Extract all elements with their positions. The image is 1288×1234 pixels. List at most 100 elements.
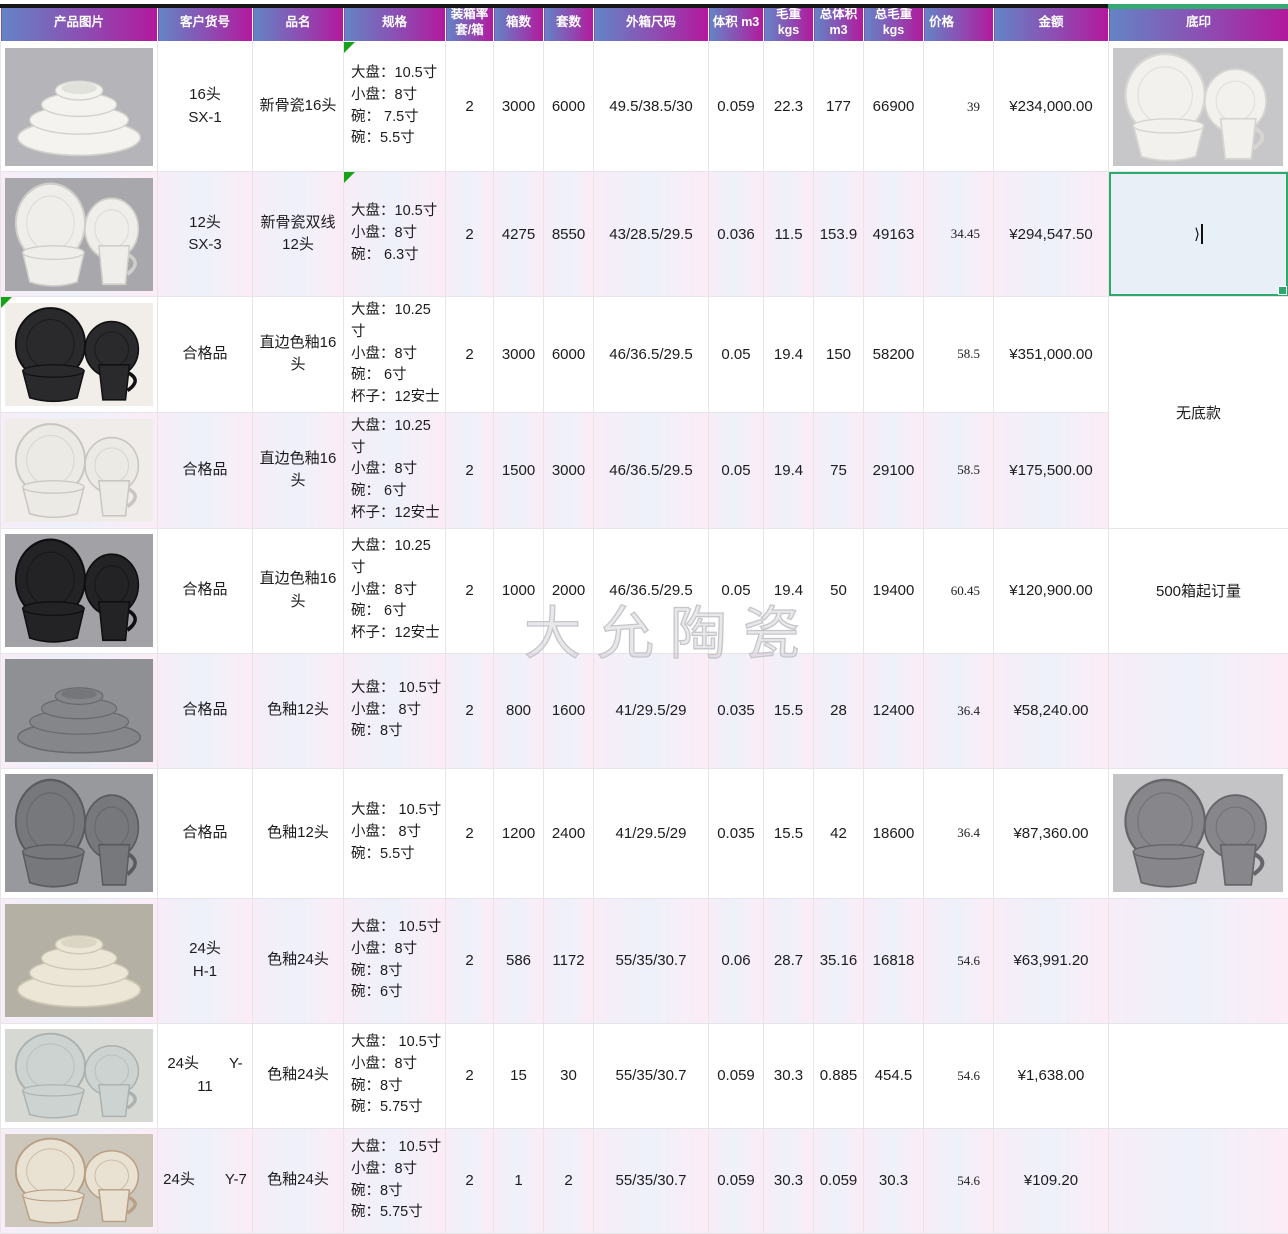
cell-boxes[interactable]: 1000: [494, 528, 544, 653]
column-header-item_no[interactable]: 客户货号: [158, 5, 253, 42]
cell-total-gross-weight[interactable]: 58200: [864, 297, 924, 413]
cell-pack-rate[interactable]: 2: [446, 898, 494, 1023]
product-photo[interactable]: [5, 178, 153, 291]
cell-price[interactable]: 34.45: [924, 172, 994, 297]
product-photo[interactable]: [5, 904, 153, 1017]
cell-amount[interactable]: ¥58,240.00: [994, 653, 1109, 768]
cell-boxes[interactable]: 1200: [494, 768, 544, 898]
cell-total-volume[interactable]: 153.9: [814, 172, 864, 297]
cell-photo[interactable]: [1, 898, 158, 1023]
column-header-total_gross_weight[interactable]: 总毛重 kgs: [864, 5, 924, 42]
cell-amount[interactable]: ¥63,991.20: [994, 898, 1109, 1023]
cell-photo[interactable]: [1, 528, 158, 653]
cell-total-gross-weight[interactable]: 66900: [864, 42, 924, 172]
cell-pack-rate[interactable]: 2: [446, 412, 494, 528]
cell-item-no[interactable]: 合格品: [158, 768, 253, 898]
cell-item-no[interactable]: 12头 SX-3: [158, 172, 253, 297]
cell-boxes[interactable]: 3000: [494, 42, 544, 172]
cell-boxes[interactable]: 4275: [494, 172, 544, 297]
cell-stamp[interactable]: 无底款: [1109, 297, 1288, 529]
cell-sets[interactable]: 6000: [544, 42, 594, 172]
column-header-specs[interactable]: 规格: [344, 5, 446, 42]
cell-pack-rate[interactable]: 2: [446, 1128, 494, 1233]
cell-gross-weight[interactable]: 30.3: [764, 1128, 814, 1233]
cell-total-gross-weight[interactable]: 454.5: [864, 1023, 924, 1128]
cell-gross-weight[interactable]: 28.7: [764, 898, 814, 1023]
cell-volume[interactable]: 0.035: [709, 768, 764, 898]
cell-gross-weight[interactable]: 15.5: [764, 768, 814, 898]
column-header-stamp[interactable]: 底印: [1109, 5, 1288, 42]
cell-photo[interactable]: [1, 42, 158, 172]
cell-total-volume[interactable]: 150: [814, 297, 864, 413]
cell-photo[interactable]: [1, 768, 158, 898]
cell-volume[interactable]: 0.036: [709, 172, 764, 297]
product-photo[interactable]: [5, 659, 153, 762]
cell-total-gross-weight[interactable]: 49163: [864, 172, 924, 297]
cell-pack-rate[interactable]: 2: [446, 297, 494, 413]
cell-total-gross-weight[interactable]: 12400: [864, 653, 924, 768]
cell-pack-rate[interactable]: 2: [446, 653, 494, 768]
cell-pack-rate[interactable]: 2: [446, 42, 494, 172]
column-header-box_size[interactable]: 外箱尺码: [594, 5, 709, 42]
cell-box-size[interactable]: 49.5/38.5/30: [594, 42, 709, 172]
cell-boxes[interactable]: 3000: [494, 297, 544, 413]
column-header-price[interactable]: 价格: [924, 5, 994, 42]
cell-gross-weight[interactable]: 15.5: [764, 653, 814, 768]
product-photo[interactable]: [5, 1029, 153, 1122]
cell-photo[interactable]: [1, 1128, 158, 1233]
cell-amount[interactable]: ¥351,000.00: [994, 297, 1109, 413]
cell-total-volume[interactable]: 0.059: [814, 1128, 864, 1233]
cell-gross-weight[interactable]: 22.3: [764, 42, 814, 172]
cell-stamp[interactable]: [1109, 42, 1288, 172]
product-photo[interactable]: [5, 48, 153, 166]
cell-amount[interactable]: ¥120,900.00: [994, 528, 1109, 653]
column-header-sets[interactable]: 套数: [544, 5, 594, 42]
product-photo[interactable]: [5, 1134, 153, 1227]
cell-volume[interactable]: 0.059: [709, 1128, 764, 1233]
cell-box-size[interactable]: 55/35/30.7: [594, 1023, 709, 1128]
cell-name[interactable]: 直边色釉16 头: [253, 297, 344, 413]
cell-volume[interactable]: 0.06: [709, 898, 764, 1023]
cell-volume[interactable]: 0.05: [709, 528, 764, 653]
cell-name[interactable]: 色釉12头: [253, 768, 344, 898]
cell-photo[interactable]: [1, 297, 158, 413]
cell-boxes[interactable]: 15: [494, 1023, 544, 1128]
selected-cell-editor[interactable]: ⟩: [1109, 172, 1288, 296]
product-photo[interactable]: [1113, 48, 1283, 166]
cell-amount[interactable]: ¥175,500.00: [994, 412, 1109, 528]
cell-total-volume[interactable]: 28: [814, 653, 864, 768]
cell-total-volume[interactable]: 0.885: [814, 1023, 864, 1128]
column-header-boxes[interactable]: 箱数: [494, 5, 544, 42]
cell-boxes[interactable]: 1500: [494, 412, 544, 528]
product-photo[interactable]: [5, 774, 153, 892]
cell-sets[interactable]: 2400: [544, 768, 594, 898]
cell-name[interactable]: 新骨瓷双线 12头: [253, 172, 344, 297]
cell-item-no[interactable]: 16头 SX-1: [158, 42, 253, 172]
product-photo[interactable]: [5, 303, 153, 406]
cell-total-volume[interactable]: 35.16: [814, 898, 864, 1023]
cell-total-volume[interactable]: 42: [814, 768, 864, 898]
cell-price[interactable]: 54.6: [924, 1128, 994, 1233]
cell-amount[interactable]: ¥294,547.50: [994, 172, 1109, 297]
cell-sets[interactable]: 2000: [544, 528, 594, 653]
cell-sets[interactable]: 1600: [544, 653, 594, 768]
cell-volume[interactable]: 0.059: [709, 42, 764, 172]
column-header-volume[interactable]: 体积 m3: [709, 5, 764, 42]
cell-amount[interactable]: ¥1,638.00: [994, 1023, 1109, 1128]
cell-amount[interactable]: ¥109.20: [994, 1128, 1109, 1233]
cell-total-volume[interactable]: 75: [814, 412, 864, 528]
cell-box-size[interactable]: 46/36.5/29.5: [594, 297, 709, 413]
cell-pack-rate[interactable]: 2: [446, 172, 494, 297]
cell-name[interactable]: 色釉24头: [253, 1023, 344, 1128]
cell-specs[interactable]: 大盘：10.5寸 小盘：8寸 碗： 7.5寸 碗：5.5寸: [344, 42, 446, 172]
cell-pack-rate[interactable]: 2: [446, 528, 494, 653]
cell-item-no[interactable]: 24头 H-1: [158, 898, 253, 1023]
cell-box-size[interactable]: 55/35/30.7: [594, 1128, 709, 1233]
cell-stamp[interactable]: [1109, 1128, 1288, 1233]
column-header-total_volume[interactable]: 总体积 m3: [814, 5, 864, 42]
cell-item-no[interactable]: 合格品: [158, 297, 253, 413]
cell-stamp[interactable]: ⟩: [1109, 172, 1288, 297]
cell-name[interactable]: 色釉24头: [253, 898, 344, 1023]
fill-handle[interactable]: [1278, 286, 1287, 295]
cell-stamp[interactable]: [1109, 898, 1288, 1023]
